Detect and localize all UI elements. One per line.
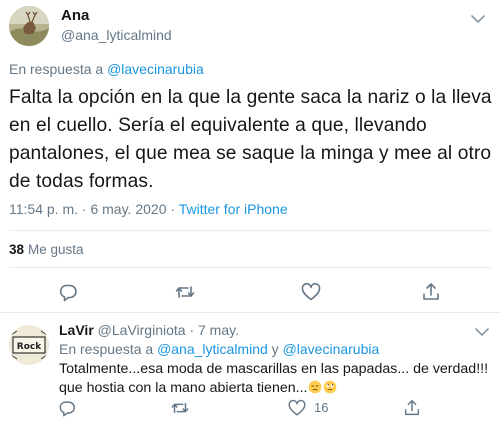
reply-avatar[interactable]: Rock bbox=[9, 325, 49, 365]
divider bbox=[9, 230, 491, 231]
tweet-thread: Ana @ana_lyticalmind En respuesta a @lav… bbox=[0, 0, 500, 432]
reply-date[interactable]: · 7 may. bbox=[189, 322, 239, 338]
divider bbox=[0, 312, 500, 313]
divider bbox=[9, 267, 491, 268]
reply-prefix: En respuesta a bbox=[9, 61, 108, 77]
meta-separator-2: · bbox=[166, 201, 179, 217]
reply-context: En respuesta a @ana_lyticalmind y @lavec… bbox=[59, 341, 379, 357]
retweet-icon[interactable] bbox=[170, 398, 190, 418]
reply-author-handle[interactable]: @LaVirginiota bbox=[98, 322, 186, 338]
meta-separator: · bbox=[78, 201, 91, 217]
tweet-date[interactable]: 6 may. 2020 bbox=[90, 201, 166, 217]
eye-roll-face-emoji bbox=[324, 380, 337, 394]
tweet-text: Falta la opción en la que la gente saca … bbox=[9, 87, 492, 192]
reply-tweet-text: Totalmente...esa moda de mascarillas en … bbox=[59, 361, 489, 396]
author-name[interactable]: Ana bbox=[61, 7, 89, 24]
reply-tweet-actions: 16 bbox=[0, 398, 500, 418]
reply-prefix: En respuesta a bbox=[59, 341, 158, 357]
reply-icon[interactable] bbox=[57, 398, 77, 418]
reply-icon[interactable] bbox=[57, 281, 79, 303]
heart-icon[interactable] bbox=[300, 281, 322, 303]
reply-to-link[interactable]: @lavecinarubia bbox=[107, 61, 204, 77]
avatar-image: Rock bbox=[9, 325, 49, 365]
likes-count: 38 bbox=[9, 242, 25, 257]
disappointed-face-emoji bbox=[309, 380, 322, 394]
retweet-icon[interactable] bbox=[174, 281, 196, 303]
heart-icon[interactable] bbox=[287, 398, 307, 418]
main-tweet-actions bbox=[0, 281, 500, 303]
chevron-down-icon[interactable] bbox=[469, 10, 487, 28]
chevron-down-icon[interactable] bbox=[473, 323, 491, 341]
likes-stat[interactable]: 38 Me gusta bbox=[9, 242, 84, 257]
reply-tweet-header: LaVir @LaVirginiota · 7 may. bbox=[59, 322, 469, 338]
avatar-image bbox=[9, 6, 49, 46]
tweet-meta: 11:54 p. m. · 6 may. 2020 · Twitter for … bbox=[9, 201, 288, 217]
share-icon[interactable] bbox=[402, 398, 422, 418]
reply-context: En respuesta a @lavecinarubia bbox=[9, 61, 204, 77]
reply-to-link-2[interactable]: @lavecinarubia bbox=[283, 341, 380, 357]
avatar-text: Rock bbox=[17, 342, 42, 352]
author-handle[interactable]: @ana_lyticalmind bbox=[61, 27, 172, 43]
main-tweet-header: Ana @ana_lyticalmind bbox=[9, 6, 489, 46]
tweet-time[interactable]: 11:54 p. m. bbox=[9, 201, 78, 217]
reply-conjunction: y bbox=[267, 341, 283, 357]
like-count: 16 bbox=[314, 400, 329, 415]
tweet-source[interactable]: Twitter for iPhone bbox=[179, 201, 288, 217]
reply-author-name[interactable]: LaVir bbox=[59, 322, 94, 338]
avatar[interactable] bbox=[9, 6, 49, 46]
likes-label: Me gusta bbox=[28, 242, 84, 257]
share-icon[interactable] bbox=[420, 281, 442, 303]
reply-to-link-1[interactable]: @ana_lyticalmind bbox=[157, 341, 268, 357]
reply-tweet-text-block: Totalmente...esa moda de mascarillas en … bbox=[59, 360, 489, 398]
